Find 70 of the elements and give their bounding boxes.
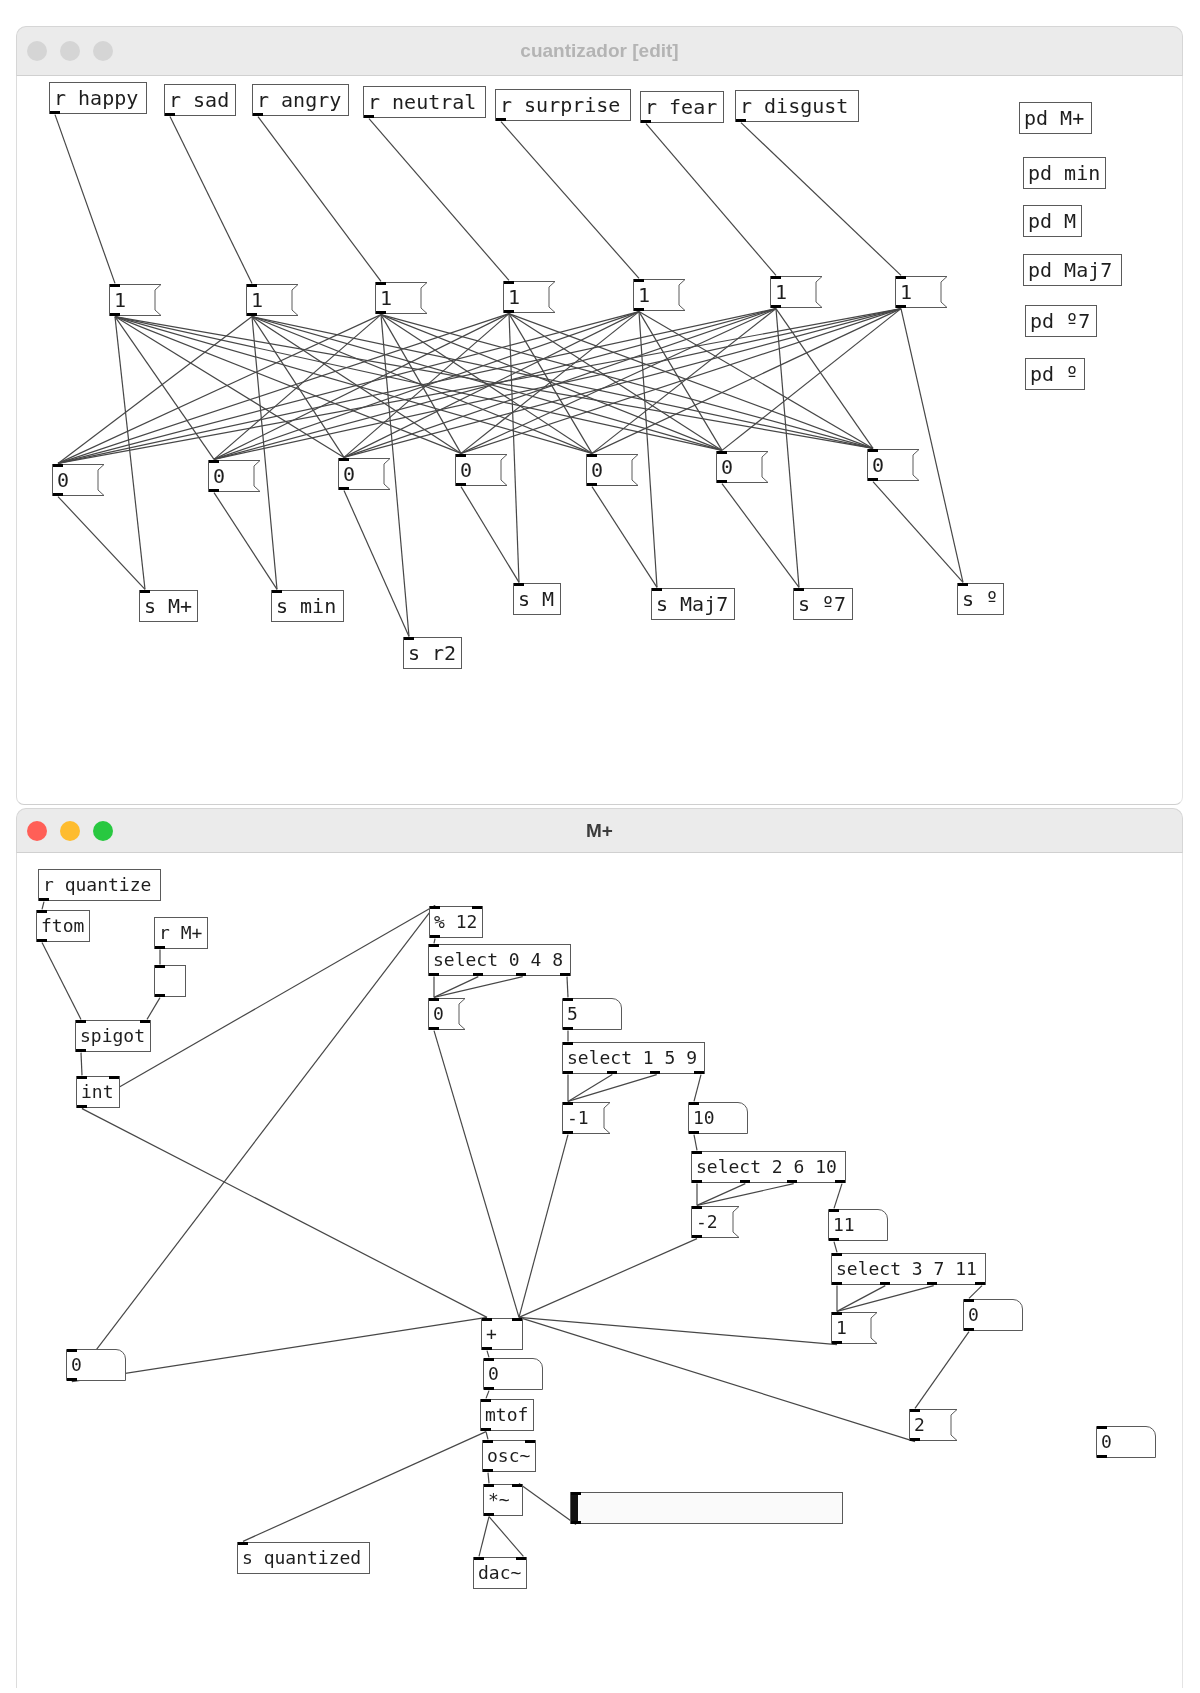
object-box: *~ <box>483 1484 523 1516</box>
minimize-button[interactable] <box>60 820 80 841</box>
close-button[interactable] <box>27 820 47 841</box>
message-box[interactable]: 0 <box>52 464 104 496</box>
patch-cord <box>485 1390 490 1399</box>
message-box[interactable]: 1 <box>109 284 161 316</box>
message-box[interactable]: 0 <box>428 998 465 1030</box>
number-box[interactable]: 10 <box>688 1102 748 1134</box>
message-box[interactable]: -2 <box>691 1206 739 1238</box>
object-box: select 3 7 11 <box>831 1253 986 1285</box>
object-box: pd M+ <box>1019 102 1092 134</box>
object-box: % 12 <box>429 906 484 938</box>
object-box: s r2 <box>403 637 463 669</box>
patch-cord <box>833 1183 843 1209</box>
object-box: r neutral <box>363 86 486 118</box>
object-box: r happy <box>49 82 147 114</box>
object-box: osc~ <box>482 1440 537 1472</box>
object-box: pd º <box>1025 358 1085 390</box>
object-box: pd M <box>1023 205 1083 237</box>
message-box[interactable]: 1 <box>895 276 947 308</box>
number-box[interactable]: 0 <box>963 1299 1023 1331</box>
object-box: dac~ <box>473 1557 528 1589</box>
object-box: r surprise <box>495 89 631 121</box>
object-box: s quantized <box>237 1542 370 1574</box>
patch-cord <box>41 901 45 910</box>
message-box[interactable]: 0 <box>208 460 260 492</box>
object-box: s min <box>271 590 344 622</box>
message-box[interactable]: -1 <box>562 1102 610 1134</box>
message-box[interactable]: 1 <box>375 282 427 314</box>
message-box[interactable]: 0 <box>716 451 768 483</box>
zoom-button[interactable] <box>93 820 113 841</box>
object-box: s º7 <box>793 588 853 620</box>
object-box: s º <box>957 583 1005 615</box>
message-box[interactable]: 2 <box>909 1409 957 1441</box>
message-box[interactable]: 0 <box>338 458 390 490</box>
message-box[interactable]: 0 <box>455 454 507 486</box>
message-box[interactable]: 1 <box>831 1312 877 1344</box>
object-box: r quantize <box>38 869 161 901</box>
object-box: pd º7 <box>1025 305 1097 337</box>
message-box[interactable]: 1 <box>503 281 555 313</box>
patch-cord <box>833 1241 838 1253</box>
object-box: pd Maj7 <box>1023 254 1122 286</box>
object-box: r fear <box>640 91 724 123</box>
number-box[interactable]: 5 <box>562 998 622 1030</box>
number-box[interactable]: 11 <box>828 1209 888 1241</box>
object-box: select 0 4 8 <box>428 944 571 976</box>
slider-track[interactable] <box>570 1492 843 1524</box>
object-box: pd min <box>1023 157 1107 189</box>
message-box[interactable]: 0 <box>867 449 919 481</box>
object-box: s M+ <box>139 590 199 622</box>
window-title: M+ <box>586 819 613 842</box>
object-box: select 1 5 9 <box>562 1042 705 1074</box>
patch-cord <box>693 1074 702 1102</box>
message-box[interactable]: 1 <box>246 284 298 316</box>
message-box[interactable]: 0 <box>586 454 638 486</box>
message-box[interactable]: 1 <box>770 276 822 308</box>
object-box: select 2 6 10 <box>691 1151 846 1183</box>
patch-cord <box>566 976 569 998</box>
object-box: s Maj7 <box>651 588 735 620</box>
object-box: r disgust <box>735 90 859 122</box>
patch-cord <box>693 1134 698 1151</box>
object-box: s M <box>513 583 561 615</box>
object-box: r angry <box>252 84 349 116</box>
message-box[interactable]: 1 <box>633 279 685 311</box>
number-box[interactable]: 0 <box>483 1358 543 1390</box>
object-box: + <box>481 1318 523 1350</box>
patch-cord <box>968 1285 983 1299</box>
object-box: r sad <box>164 84 236 116</box>
object-box: mtof <box>480 1399 535 1431</box>
number-box[interactable]: 0 <box>1096 1426 1156 1458</box>
